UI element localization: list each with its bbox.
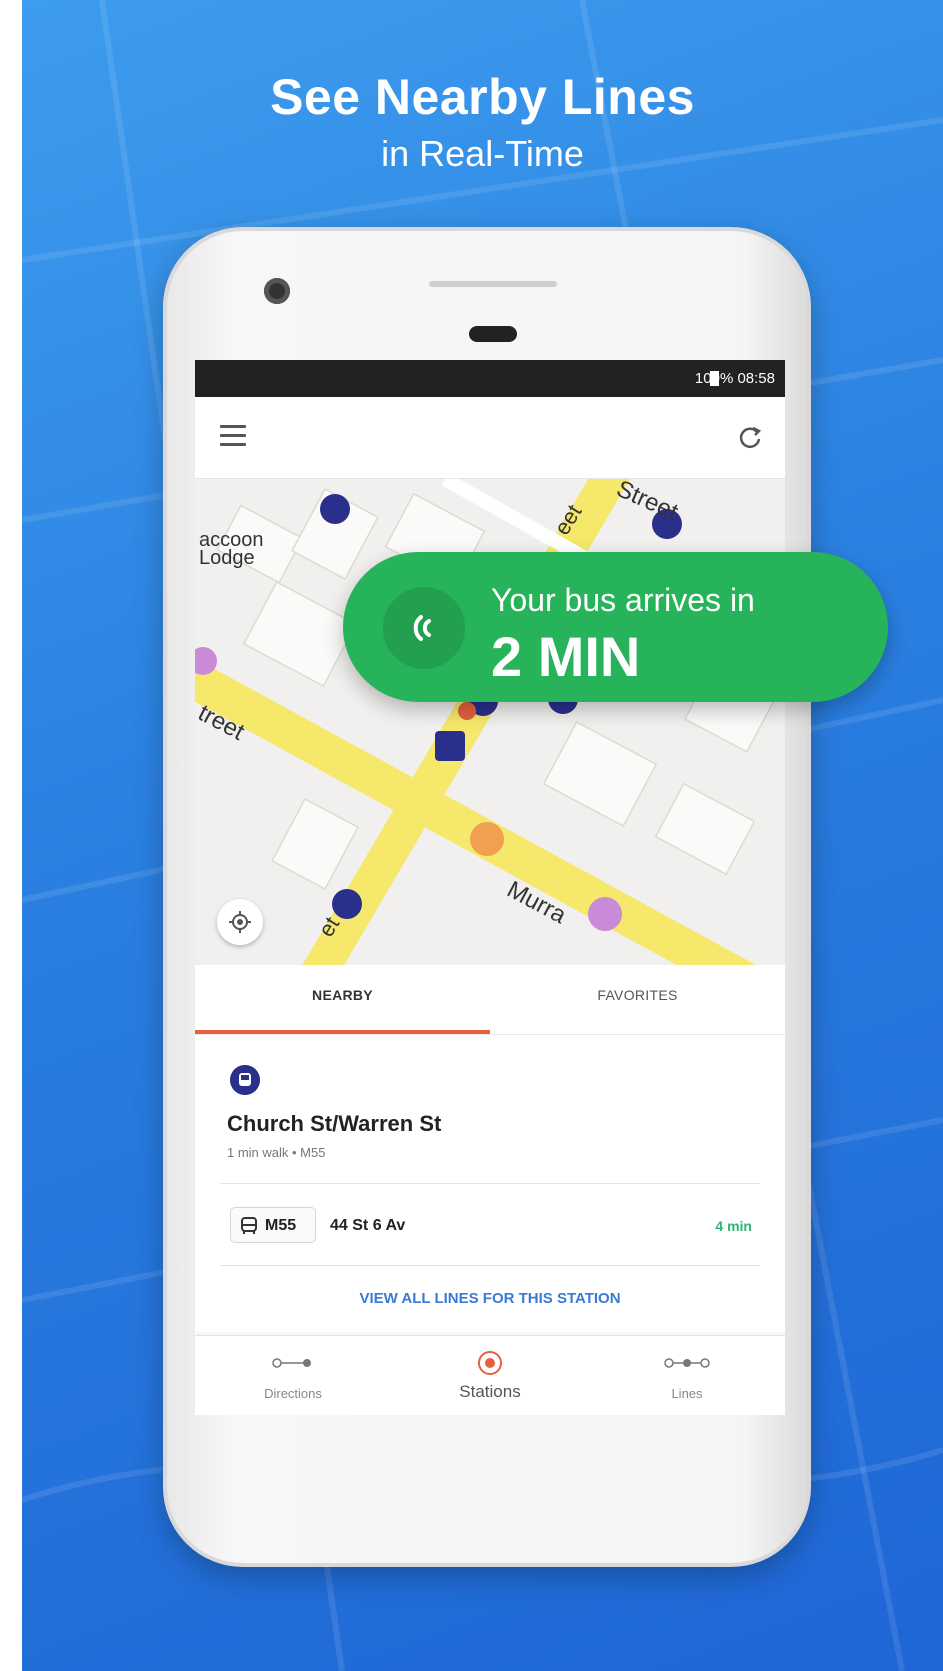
app-bar xyxy=(195,397,785,479)
nav-label: Lines xyxy=(671,1386,703,1401)
divider xyxy=(220,1265,760,1266)
line-eta: 4 min xyxy=(715,1218,752,1234)
promo-title: See Nearby Lines xyxy=(270,69,695,125)
station-name: Church St/Warren St xyxy=(227,1111,442,1136)
signal-icon xyxy=(383,587,465,669)
locate-me-button[interactable] xyxy=(217,899,263,945)
nav-label: Directions xyxy=(264,1386,322,1401)
nav-lines[interactable]: Lines xyxy=(589,1336,785,1415)
line-badge: M55 xyxy=(230,1207,316,1243)
refresh-icon[interactable] xyxy=(735,422,765,452)
status-text: 100% 08:58 xyxy=(694,370,775,387)
bus-icon xyxy=(241,1217,257,1234)
lines-icon xyxy=(664,1358,710,1368)
tab-nearby[interactable]: NEARBY xyxy=(195,965,490,1035)
menu-icon[interactable] xyxy=(220,425,246,447)
divider xyxy=(220,1183,760,1184)
line-code: M55 xyxy=(265,1217,297,1234)
bus-icon xyxy=(230,1065,260,1095)
view-all-lines-link[interactable]: VIEW ALL LINES FOR THIS STATION xyxy=(195,1290,785,1307)
station-card[interactable]: Church St/Warren St 1 min walk • M55 M55… xyxy=(195,1035,785,1335)
phone-speaker xyxy=(429,281,557,287)
line-destination: 44 St 6 Av xyxy=(330,1217,406,1234)
phone-earpiece xyxy=(469,326,517,342)
directions-icon xyxy=(272,1358,311,1368)
tab-bar: NEARBY FAVORITES xyxy=(195,965,785,1035)
bottom-navigation: Directions Stations Lines xyxy=(195,1335,785,1415)
notification-text: Your bus arrives in xyxy=(491,582,755,618)
active-tab-indicator xyxy=(195,1030,490,1034)
promo-subtitle: in Real-Time xyxy=(381,133,584,174)
tab-favorites[interactable]: FAVORITES xyxy=(490,965,785,1035)
notification-eta: 2 MIN xyxy=(491,625,641,688)
bus-arrival-notification: Your bus arrives in 2 MIN xyxy=(343,552,888,702)
front-camera xyxy=(264,278,290,304)
crosshair-icon xyxy=(229,911,251,933)
phone-screen: 100% 08:58 accoon Lodge Street treet eet… xyxy=(195,360,785,1415)
nav-directions[interactable]: Directions xyxy=(195,1336,391,1415)
station-meta: 1 min walk • M55 xyxy=(227,1145,326,1160)
nav-label: Stations xyxy=(459,1382,521,1401)
stations-icon xyxy=(478,1351,502,1375)
nav-stations[interactable]: Stations xyxy=(392,1336,588,1415)
status-bar: 100% 08:58 xyxy=(195,360,785,397)
line-row[interactable]: M55 44 St 6 Av 4 min xyxy=(220,1185,760,1265)
map-label: Lodge xyxy=(199,547,255,569)
